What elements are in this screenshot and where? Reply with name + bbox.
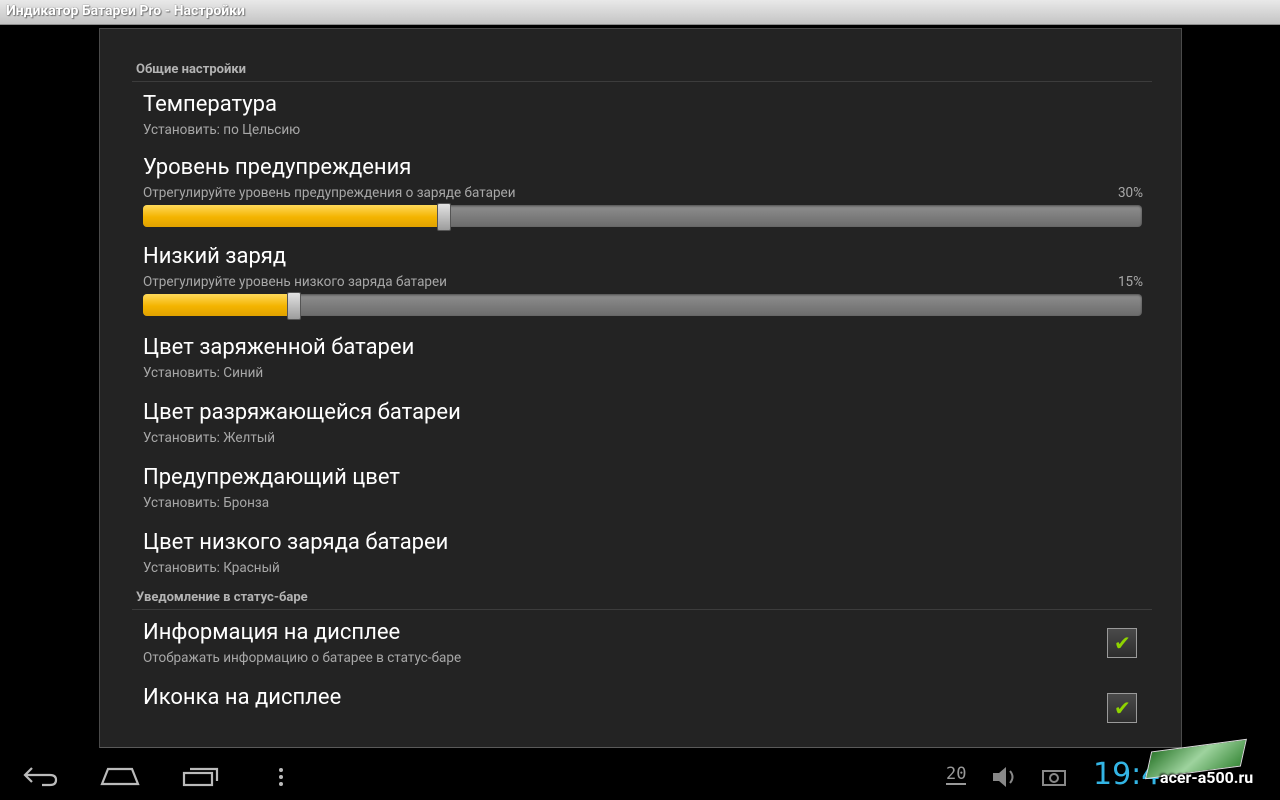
checkmark-icon: ✔ — [1114, 631, 1131, 655]
pref-summary: Установить: Бронза — [143, 495, 270, 511]
volume-icon[interactable] — [991, 766, 1021, 788]
warning-level-slider[interactable] — [143, 203, 1142, 231]
camera-icon[interactable] — [1042, 768, 1066, 786]
pref-title: Цвет разряжающейся батареи — [143, 400, 461, 425]
slider-thumb[interactable] — [286, 292, 301, 320]
slider-value: 15% — [1117, 274, 1143, 290]
pref-title: Температура — [143, 92, 277, 117]
pref-title: Уровень предупреждения — [143, 155, 412, 180]
slider-thumb[interactable] — [436, 203, 451, 231]
pref-summary: Установить: по Цельсию — [143, 122, 301, 138]
pref-summary: Отрегулируйте уровень предупреждения о з… — [143, 185, 516, 201]
pref-title: Цвет низкого заряда батареи — [143, 530, 449, 555]
slider-fill — [143, 294, 293, 316]
watermark-text: acer-a500.ru — [1160, 768, 1254, 787]
menu-icon[interactable] — [277, 767, 285, 789]
window-title: Индикатор Батареи Pro - Настройки — [6, 3, 245, 19]
pref-summary: Отрегулируйте уровень низкого заряда бат… — [143, 274, 447, 290]
system-navigation-bar: 20 — [0, 748, 1280, 800]
pref-summary: Установить: Желтый — [143, 430, 276, 446]
pref-summary: Отображать информацию о батарее в статус… — [143, 650, 462, 666]
section-divider — [132, 609, 1152, 610]
display-icon-checkbox[interactable]: ✔ — [1107, 693, 1137, 723]
pref-summary: Установить: Красный — [143, 560, 280, 576]
display-info-checkbox[interactable]: ✔ — [1107, 628, 1137, 658]
section-header-statusbar: Уведомление в статус-баре — [136, 590, 308, 605]
title-bar: Индикатор Батареи Pro - Настройки — [0, 0, 1280, 25]
section-divider — [132, 81, 1152, 82]
pref-title: Низкий заряд — [143, 244, 287, 269]
slider-value: 30% — [1117, 185, 1143, 201]
checkmark-icon: ✔ — [1114, 696, 1131, 720]
back-icon[interactable] — [22, 765, 58, 787]
pref-title: Информация на дисплее — [143, 620, 401, 645]
recent-apps-icon[interactable] — [182, 765, 220, 787]
pref-title: Иконка на дисплее — [143, 685, 342, 710]
notification-count[interactable]: 20 — [946, 765, 967, 785]
pref-title: Предупреждающий цвет — [143, 465, 400, 490]
home-icon[interactable] — [100, 766, 140, 786]
low-charge-slider[interactable] — [143, 292, 1142, 320]
pref-title: Цвет заряженной батареи — [143, 335, 415, 360]
settings-panel[interactable]: Общие настройки Температура Установить: … — [99, 28, 1182, 749]
pref-summary: Установить: Синий — [143, 365, 264, 381]
slider-fill — [143, 205, 443, 227]
section-header-general: Общие настройки — [136, 62, 247, 77]
